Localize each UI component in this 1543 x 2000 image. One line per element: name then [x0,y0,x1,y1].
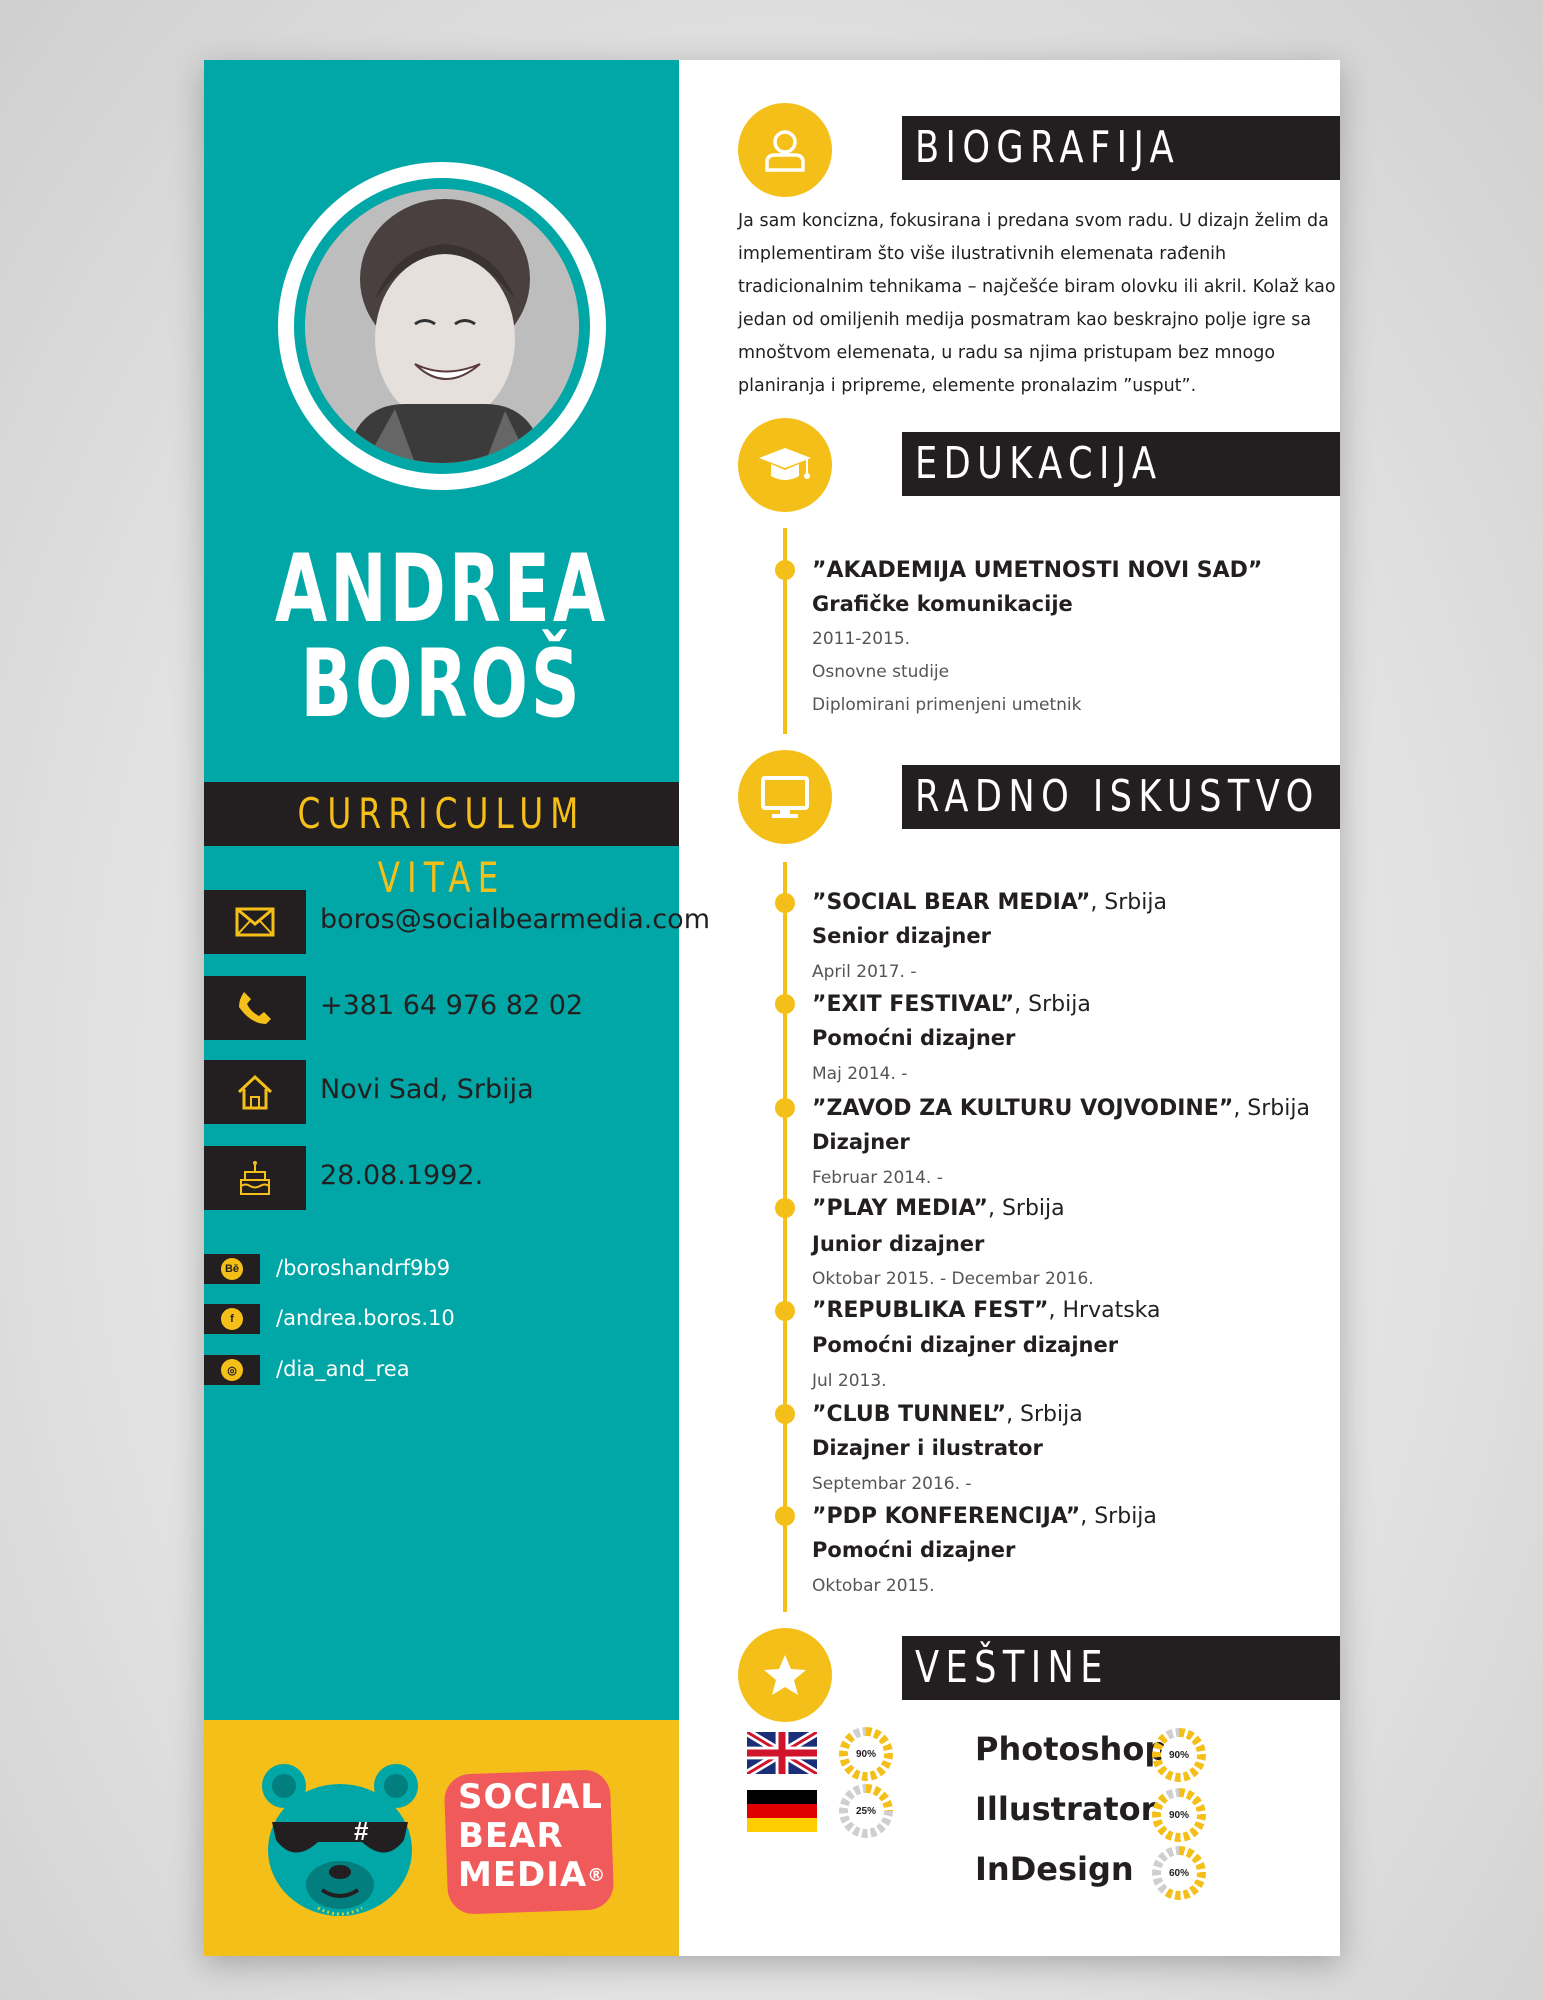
email-text[interactable]: boros@socialbearmedia.com [320,904,710,935]
behance-link[interactable]: /boroshandrf9b9 [276,1256,450,1280]
facebook-link[interactable]: /andrea.boros.10 [276,1306,455,1330]
work-company-5: ”REPUBLIKA FEST”, Hrvatska [812,1298,1161,1323]
bio-section-icon [738,103,832,197]
skill-illustrator: Illustrator [975,1790,1157,1828]
email-icon [204,890,306,954]
facebook-icon: f [204,1304,260,1334]
work-role-4: Junior dizajner [812,1232,985,1256]
location-text: Novi Sad, Srbija [320,1074,534,1105]
education-years: 2011-2015. [812,629,911,649]
behance-icon: Bē [204,1254,260,1284]
gauge-label: 90% [848,1736,884,1772]
section-title-bio: BIOGRAFIJA [915,122,1181,173]
germany-flag-icon [747,1790,817,1832]
work-role-7: Pomoćni dizajner [812,1538,1016,1562]
uk-flag-icon [744,1728,820,1778]
education-timeline [783,528,787,734]
profile-photo [305,189,579,463]
work-company-7: ”PDP KONFERENCIJA”, Srbija [812,1504,1157,1529]
work-company-6: ”CLUB TUNNEL”, Srbija [812,1402,1083,1427]
first-name: ANDREA [274,535,609,644]
education-level: Osnovne studije [812,662,950,682]
bear-logo-icon: # [258,1760,422,1920]
education-school: ”AKADEMIJA UMETNOSTI NOVI SAD” [812,558,1263,583]
phone-text[interactable]: +381 64 976 82 02 [320,990,583,1021]
section-title-work: RADNO ISKUSTVO [915,771,1320,822]
work-role-2: Pomoćni dizajner [812,1026,1016,1050]
instagram-icon: ◎ [204,1355,260,1385]
skill-indesign: InDesign [975,1850,1134,1888]
work-date-1: April 2017. - [812,962,917,982]
logo-line-3: MEDIA® [458,1855,607,1895]
work-date-3: Februar 2014. - [812,1168,943,1188]
last-name: BOROŠ [300,630,583,739]
gauge-label: 90% [1161,1797,1197,1833]
cv-subtitle: CURRICULUM VITAE [297,789,586,902]
work-date-5: Jul 2013. [812,1371,887,1391]
work-company-3: ”ZAVOD ZA KULTURU VOJVODINE”, Srbija [812,1096,1310,1121]
education-program: Grafičke komunikacije [812,592,1073,616]
work-date-2: Maj 2014. - [812,1064,908,1084]
work-company-1: ”SOCIAL BEAR MEDIA”, Srbija [812,890,1167,915]
phone-icon [204,976,306,1040]
work-role-1: Senior dizajner [812,924,991,948]
work-section-icon [738,750,832,844]
skills-section-icon [738,1628,832,1722]
logo-line-1: SOCIAL [458,1777,603,1817]
instagram-link[interactable]: /dia_and_rea [276,1357,410,1381]
cake-icon [204,1146,306,1210]
work-company-4: ”PLAY MEDIA”, Srbija [812,1196,1065,1221]
education-degree: Diplomirani primenjeni umetnik [812,695,1082,715]
gauge-label: 90% [1161,1737,1197,1773]
work-role-6: Dizajner i ilustrator [812,1436,1043,1460]
gauge-label: 25% [848,1793,884,1829]
home-icon [204,1060,306,1124]
gauge-label: 60% [1161,1855,1197,1891]
svg-text:#: # [354,1816,369,1846]
logo-line-2: BEAR [458,1816,564,1856]
section-title-skills: VEŠTINE [915,1642,1109,1693]
bio-text: Ja sam koncizna, fokusirana i predana sv… [738,211,1336,396]
work-date-4: Oktobar 2015. - Decembar 2016. [812,1269,1094,1289]
work-company-2: ”EXIT FESTIVAL”, Srbija [812,992,1091,1017]
work-role-3: Dizajner [812,1130,910,1154]
timeline-dot [775,560,795,580]
work-role-5: Pomoćni dizajner dizajner [812,1333,1119,1357]
skill-photoshop: Photoshop [975,1730,1168,1768]
work-timeline [783,862,787,1612]
birthdate-text: 28.08.1992. [320,1160,484,1191]
work-date-6: Septembar 2016. - [812,1474,972,1494]
section-title-education: EDUKACIJA [915,438,1163,489]
education-section-icon [738,418,832,512]
work-date-7: Oktobar 2015. [812,1576,935,1596]
